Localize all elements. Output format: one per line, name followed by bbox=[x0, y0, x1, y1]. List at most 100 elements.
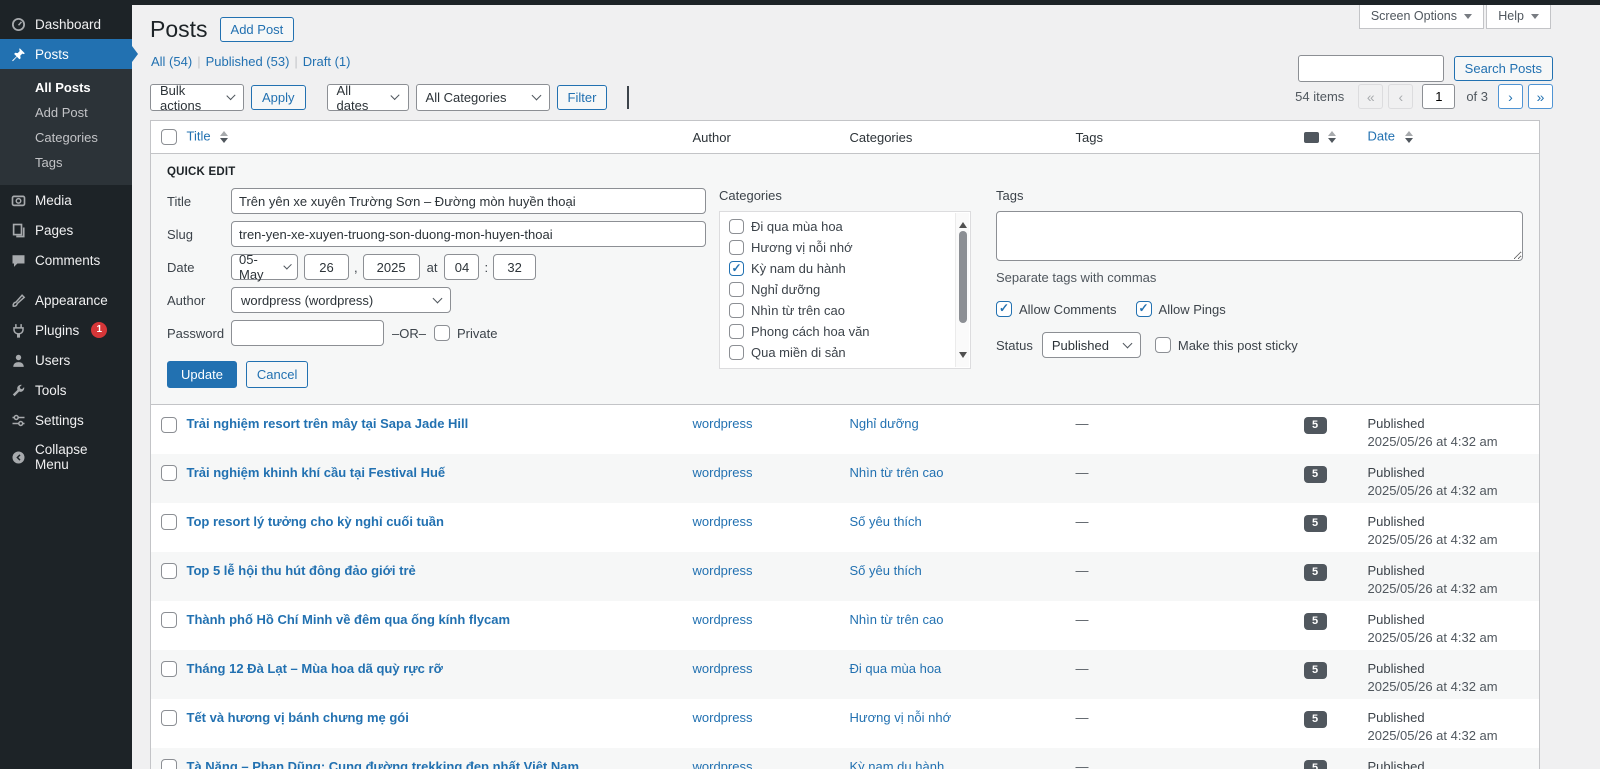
sidebar-item-media[interactable]: Media bbox=[0, 185, 132, 215]
sidebar-item-collapse-menu[interactable]: Collapse Menu bbox=[0, 435, 132, 479]
post-author-link[interactable]: wordpress bbox=[693, 416, 753, 431]
submenu-item-tags[interactable]: Tags bbox=[0, 150, 132, 175]
select-all-checkbox[interactable] bbox=[161, 129, 177, 145]
bulk-actions-select[interactable]: Bulk actions bbox=[150, 84, 244, 111]
category-checkbox[interactable] bbox=[729, 282, 744, 297]
next-page-button[interactable]: › bbox=[1498, 84, 1523, 109]
post-category-link[interactable]: Hương vị nỗi nhớ bbox=[850, 710, 952, 725]
category-checklist-item[interactable]: Phong cách hoa văn bbox=[729, 324, 950, 339]
dates-filter-select[interactable]: All dates bbox=[327, 84, 409, 111]
category-checkbox[interactable] bbox=[729, 303, 744, 318]
search-posts-button[interactable]: Search Posts bbox=[1454, 56, 1553, 81]
post-category-link[interactable]: Kỳ nam du hành bbox=[850, 759, 945, 769]
scroll-down-icon[interactable] bbox=[959, 352, 967, 362]
post-author-link[interactable]: wordpress bbox=[693, 612, 753, 627]
post-author-link[interactable]: wordpress bbox=[693, 759, 753, 769]
status-select[interactable]: Published bbox=[1042, 332, 1141, 358]
post-category-link[interactable]: Số yêu thích bbox=[850, 514, 922, 529]
scroll-up-icon[interactable] bbox=[959, 218, 967, 228]
post-title-link[interactable]: Thành phố Hồ Chí Minh về đêm qua ống kín… bbox=[187, 612, 511, 627]
category-checklist-item[interactable]: Nhìn từ trên cao bbox=[729, 303, 950, 318]
submenu-item-all-posts[interactable]: All Posts bbox=[0, 75, 132, 100]
title-field[interactable] bbox=[231, 188, 706, 214]
private-checkbox[interactable] bbox=[434, 325, 450, 341]
category-checkbox[interactable]: ✓ bbox=[729, 261, 744, 276]
year-field[interactable] bbox=[363, 254, 420, 280]
allow-comments-toggle[interactable]: ✓ Allow Comments bbox=[996, 301, 1117, 317]
post-category-link[interactable]: Đi qua mùa hoa bbox=[850, 661, 942, 676]
scrollbar-thumb[interactable] bbox=[959, 231, 967, 323]
comments-count-bubble[interactable]: 5 bbox=[1304, 711, 1327, 728]
category-checkbox[interactable] bbox=[729, 345, 744, 360]
category-checklist-item[interactable]: Hương vị nỗi nhớ bbox=[729, 240, 950, 255]
month-select[interactable]: 05-May bbox=[231, 254, 298, 280]
filter-button[interactable]: Filter bbox=[557, 85, 608, 110]
post-author-link[interactable]: wordpress bbox=[693, 563, 753, 578]
post-title-link[interactable]: Tà Năng – Phan Dũng: Cung đường trekking… bbox=[187, 759, 580, 769]
sidebar-item-comments[interactable]: Comments bbox=[0, 245, 132, 275]
add-post-button[interactable]: Add Post bbox=[220, 17, 295, 42]
sort-by-date[interactable]: Date bbox=[1368, 128, 1395, 143]
row-checkbox[interactable] bbox=[161, 417, 177, 433]
comments-count-bubble[interactable]: 5 bbox=[1304, 515, 1327, 532]
row-checkbox[interactable] bbox=[161, 514, 177, 530]
first-page-button[interactable]: « bbox=[1358, 84, 1383, 109]
category-checkbox[interactable] bbox=[729, 219, 744, 234]
post-author-link[interactable]: wordpress bbox=[693, 710, 753, 725]
sticky-toggle[interactable]: Make this post sticky bbox=[1155, 337, 1298, 353]
post-author-link[interactable]: wordpress bbox=[693, 661, 753, 676]
current-page-input[interactable] bbox=[1422, 84, 1455, 109]
update-button[interactable]: Update bbox=[167, 361, 237, 388]
post-title-link[interactable]: Trải nghiệm resort trên mây tại Sapa Jad… bbox=[187, 416, 469, 431]
allow-comments-checkbox[interactable]: ✓ bbox=[996, 301, 1012, 317]
allow-pings-toggle[interactable]: ✓ Allow Pings bbox=[1136, 301, 1226, 317]
post-author-link[interactable]: wordpress bbox=[693, 465, 753, 480]
day-field[interactable] bbox=[304, 254, 349, 280]
sidebar-item-pages[interactable]: Pages bbox=[0, 215, 132, 245]
sidebar-item-users[interactable]: Users bbox=[0, 345, 132, 375]
category-checklist-item[interactable]: Đi qua mùa hoa bbox=[729, 219, 950, 234]
category-checklist-item[interactable]: ✓Kỳ nam du hành bbox=[729, 261, 950, 276]
post-title-link[interactable]: Top resort lý tưởng cho kỳ nghỉ cuối tuầ… bbox=[187, 514, 444, 529]
sidebar-item-tools[interactable]: Tools bbox=[0, 375, 132, 405]
minute-field[interactable] bbox=[493, 254, 536, 280]
submenu-item-categories[interactable]: Categories bbox=[0, 125, 132, 150]
post-category-link[interactable]: Nhìn từ trên cao bbox=[850, 465, 944, 480]
password-field[interactable] bbox=[231, 320, 384, 346]
category-checkbox[interactable] bbox=[729, 324, 744, 339]
comments-count-bubble[interactable]: 5 bbox=[1304, 662, 1327, 679]
comments-count-bubble[interactable]: 5 bbox=[1304, 466, 1327, 483]
author-select[interactable]: wordpress (wordpress) bbox=[231, 287, 451, 313]
category-checklist-item[interactable]: Qua miền di sản bbox=[729, 345, 950, 360]
sidebar-item-dashboard[interactable]: Dashboard bbox=[0, 9, 132, 39]
post-title-link[interactable]: Top 5 lễ hội thu hút đông đảo giới trẻ bbox=[187, 563, 416, 578]
tags-textarea[interactable] bbox=[996, 211, 1523, 261]
row-checkbox[interactable] bbox=[161, 563, 177, 579]
hour-field[interactable] bbox=[444, 254, 479, 280]
post-category-link[interactable]: Số yêu thích bbox=[850, 563, 922, 578]
post-title-link[interactable]: Trải nghiệm khinh khí cầu tại Festival H… bbox=[187, 465, 446, 480]
category-checklist-item[interactable]: Nghỉ dưỡng bbox=[729, 282, 950, 297]
scrollbar[interactable] bbox=[955, 213, 969, 367]
cancel-button[interactable]: Cancel bbox=[246, 361, 308, 388]
comments-count-bubble[interactable]: 5 bbox=[1304, 417, 1327, 434]
row-checkbox[interactable] bbox=[161, 710, 177, 726]
allow-pings-checkbox[interactable]: ✓ bbox=[1136, 301, 1152, 317]
sort-by-title[interactable]: Title bbox=[187, 128, 211, 143]
help-button[interactable]: Help bbox=[1486, 5, 1551, 29]
category-checkbox[interactable] bbox=[729, 240, 744, 255]
comments-count-bubble[interactable]: 5 bbox=[1304, 760, 1327, 769]
post-author-link[interactable]: wordpress bbox=[693, 514, 753, 529]
sticky-checkbox[interactable] bbox=[1155, 337, 1171, 353]
post-title-link[interactable]: Tháng 12 Đà Lạt – Mùa hoa dã quỳ rực rỡ bbox=[187, 661, 443, 676]
last-page-button[interactable]: » bbox=[1528, 84, 1553, 109]
screen-options-button[interactable]: Screen Options bbox=[1359, 5, 1484, 29]
post-title-link[interactable]: Tết và hương vị bánh chưng mẹ gói bbox=[187, 710, 409, 725]
apply-button[interactable]: Apply bbox=[251, 85, 306, 110]
row-checkbox[interactable] bbox=[161, 661, 177, 677]
search-input[interactable] bbox=[1298, 55, 1444, 82]
submenu-item-add-post[interactable]: Add Post bbox=[0, 100, 132, 125]
sidebar-item-posts[interactable]: Posts bbox=[0, 39, 132, 69]
view-draft-link[interactable]: Draft (1) bbox=[303, 54, 351, 69]
sidebar-item-settings[interactable]: Settings bbox=[0, 405, 132, 435]
